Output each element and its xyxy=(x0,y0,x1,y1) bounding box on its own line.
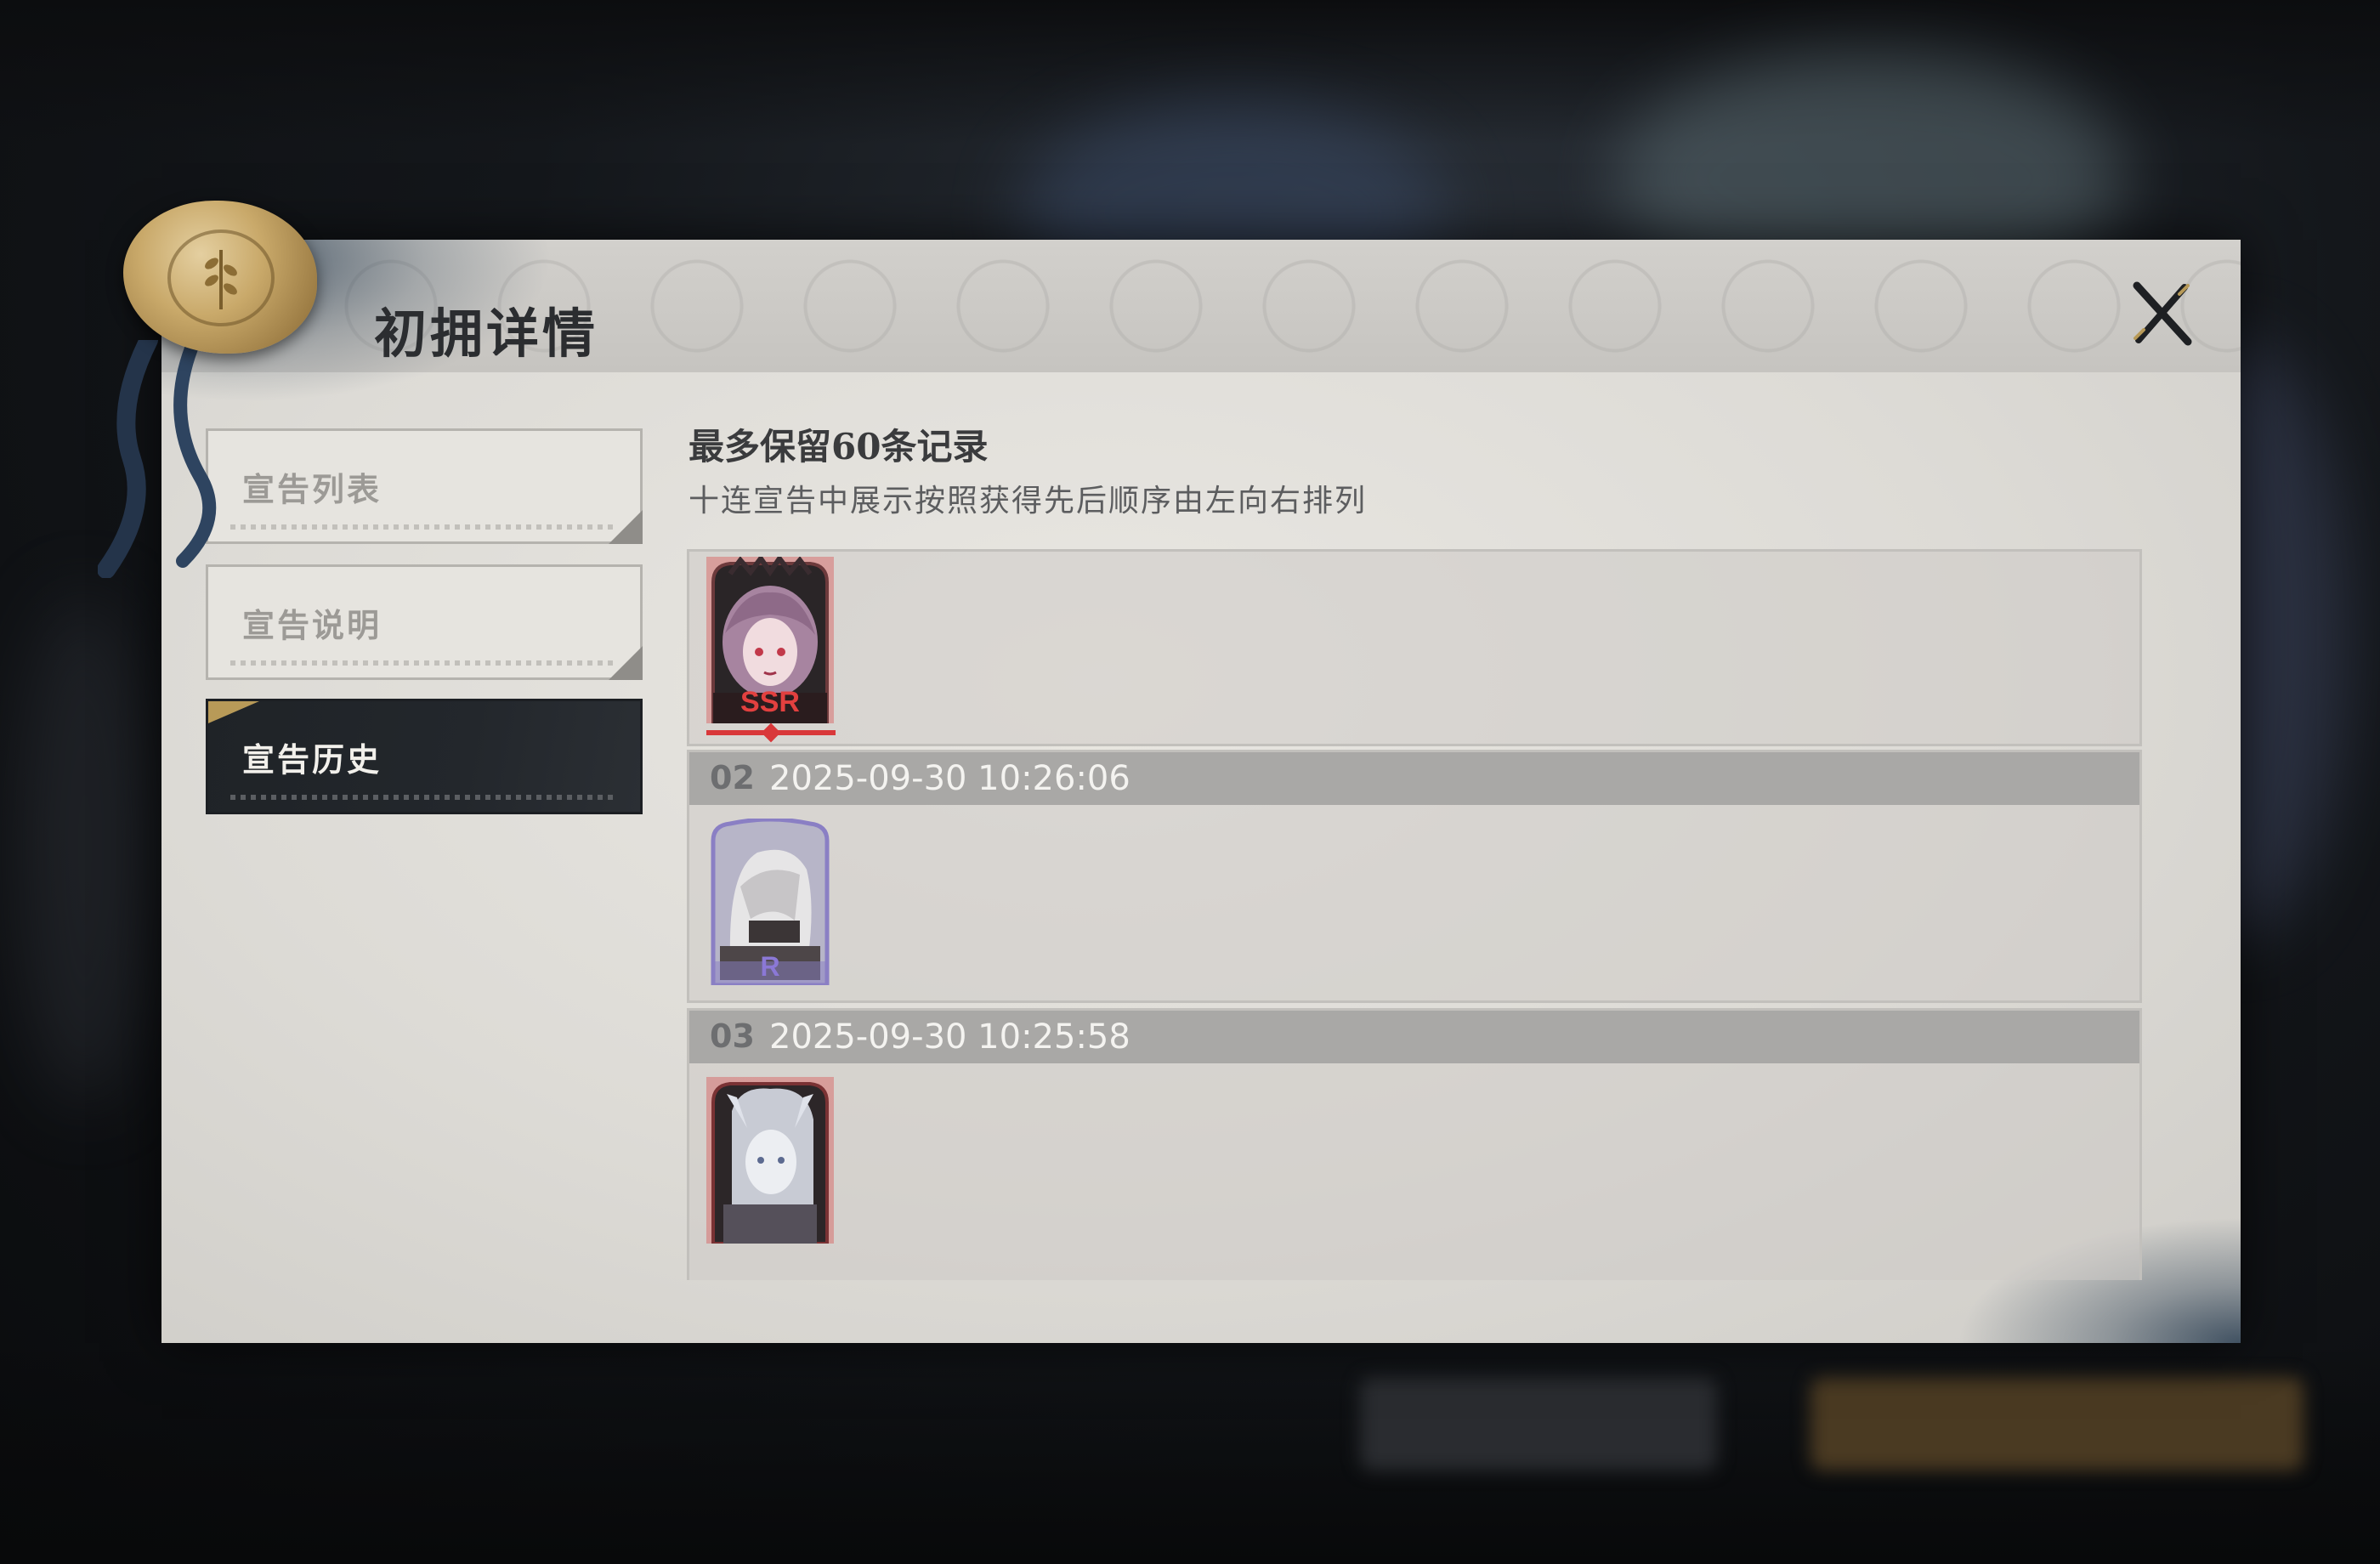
background-blob xyxy=(17,595,153,1105)
tab-label: 宣告说明 xyxy=(242,606,382,644)
tab-announcement-history[interactable]: 宣告历史 xyxy=(206,699,643,814)
background-button-blur xyxy=(1360,1377,1717,1470)
record-number: 02 xyxy=(710,759,755,796)
tab-announcement-list[interactable]: 宣告列表 xyxy=(206,428,643,544)
history-record: 03 2025-09-30 10:25:58 xyxy=(687,1008,2142,1280)
tab-corner-decoration xyxy=(609,646,643,680)
tab-label: 宣告历史 xyxy=(242,740,382,779)
history-record: SSR xyxy=(687,549,2142,746)
character-card-ssr[interactable]: SSR xyxy=(706,553,834,725)
gacha-detail-dialog: 初拥详情 宣告列表 宣告说明 宣告历史 最多保留60条记录 十连宣告中展示按照获… xyxy=(162,240,2241,1343)
record-header: 02 2025-09-30 10:26:06 xyxy=(689,752,2139,805)
tab-corner-decoration xyxy=(609,510,643,544)
ribbon-decoration xyxy=(98,340,217,578)
tab-divider xyxy=(230,524,618,530)
dialog-title: 初拥详情 xyxy=(374,303,599,365)
tab-announcement-info[interactable]: 宣告说明 xyxy=(206,564,643,680)
character-card-ssr[interactable] xyxy=(706,1077,834,1245)
wax-seal-emblem xyxy=(123,201,317,354)
history-order-note: 十连宣告中展示按照获得先后顺序由左向右排列 xyxy=(688,484,1368,518)
record-timestamp: 2025-09-30 10:26:06 xyxy=(769,759,1130,798)
record-timestamp: 2025-09-30 10:25:58 xyxy=(769,1017,1130,1057)
character-portrait-icon xyxy=(706,1077,834,1245)
close-button[interactable] xyxy=(2128,279,2196,347)
history-record-list[interactable]: SSR 02 2025-09-30 10:26:06 R 03 2025-09-… xyxy=(687,549,2142,1280)
laurel-icon xyxy=(205,250,237,309)
ssr-diamond-marker xyxy=(761,722,781,743)
tab-divider xyxy=(230,660,618,666)
background-button-blur xyxy=(1810,1377,2304,1470)
history-record: 02 2025-09-30 10:26:06 R xyxy=(687,750,2142,1003)
record-number: 03 xyxy=(710,1017,755,1055)
record-header: 03 2025-09-30 10:25:58 xyxy=(689,1011,2139,1063)
rarity-label: R xyxy=(760,951,780,982)
character-card-r[interactable]: R xyxy=(706,817,834,988)
tab-divider xyxy=(230,795,618,800)
close-x-icon xyxy=(2133,281,2192,346)
rarity-label: SSR xyxy=(740,686,800,718)
tab-gold-corner xyxy=(208,701,259,723)
history-limit-title: 最多保留60条记录 xyxy=(688,426,989,468)
